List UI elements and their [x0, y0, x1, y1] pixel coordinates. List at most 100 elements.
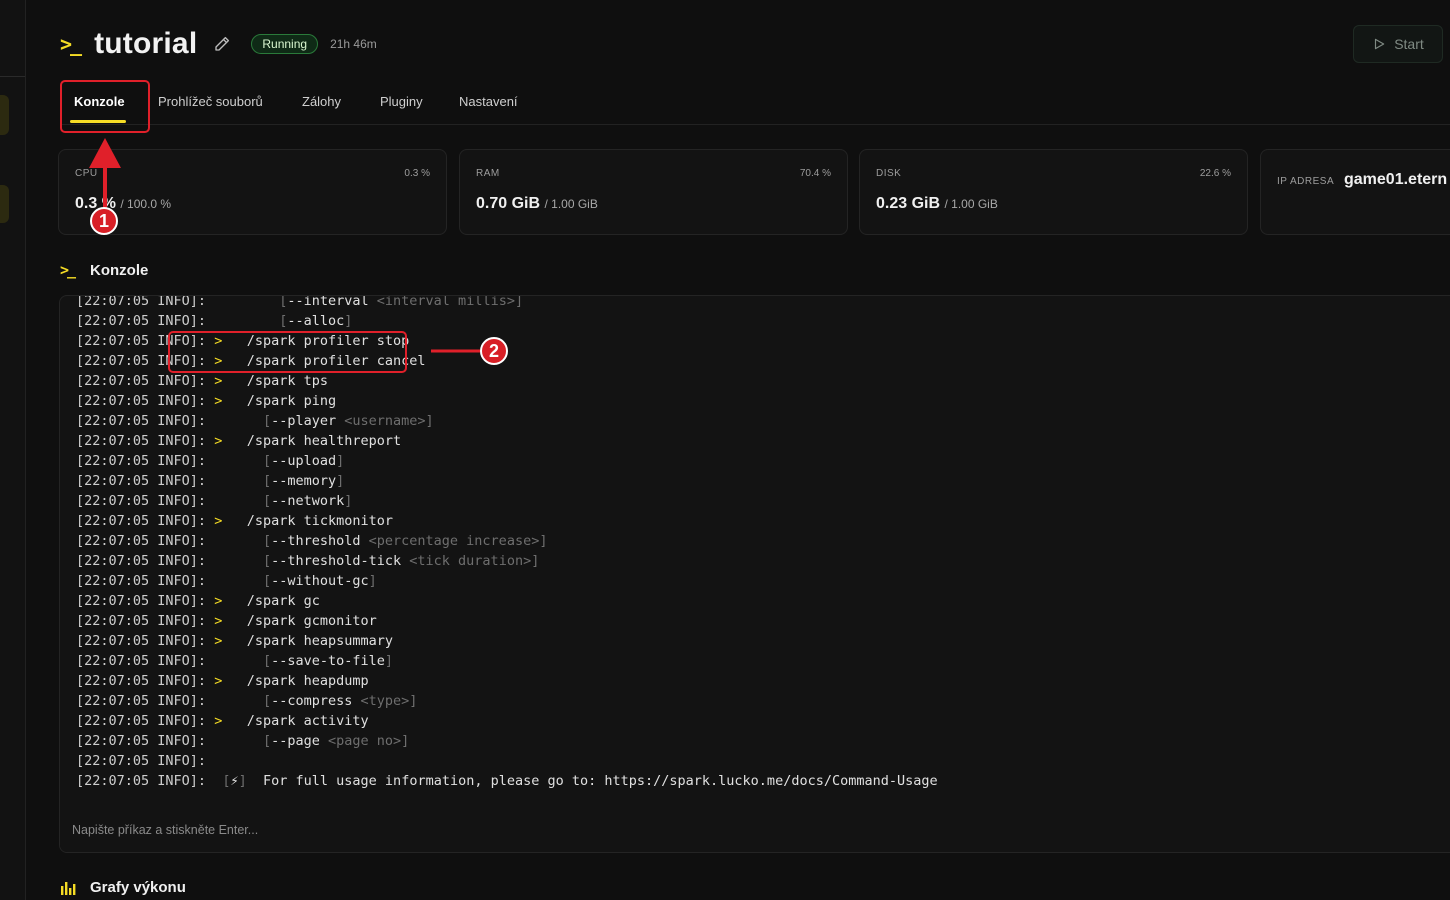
log-argument: --network: [271, 493, 345, 509]
disk-value-line: 0.23 GiB / 1.00 GiB: [876, 195, 998, 213]
log-command: /spark heapdump: [246, 673, 369, 689]
start-button-label: Start: [1394, 36, 1424, 52]
log-command: /spark tps: [246, 373, 329, 389]
log-timestamp: [22:07:05 INFO]:: [76, 473, 207, 489]
log-timestamp: [22:07:05 INFO]:: [76, 295, 207, 309]
chart-bars-icon: [60, 880, 80, 896]
log-bracket-open: [: [262, 573, 272, 589]
log-indent: [214, 553, 255, 569]
server-title: tutorial: [94, 27, 198, 60]
log-placeholder: <username>: [336, 413, 426, 429]
log-timestamp: [22:07:05 INFO]:: [76, 733, 207, 749]
log-argument: --threshold-tick: [271, 553, 402, 569]
log-bracket-open: [: [262, 733, 272, 749]
console-line: [22:07:05 INFO]: [--interval <interval m…: [76, 295, 1450, 311]
ram-percent: 70.4 %: [799, 168, 831, 179]
sidebar-item[interactable]: [0, 185, 9, 223]
log-argument: --save-to-file: [271, 653, 385, 669]
console-line: [22:07:05 INFO]: [--page <page no>]: [76, 731, 1450, 751]
annotation-box-tab: [60, 80, 150, 133]
log-command: /spark activity: [246, 713, 369, 729]
ip-value[interactable]: game01.etern: [1344, 171, 1447, 189]
play-icon: [1375, 38, 1385, 50]
log-timestamp: [22:07:05 INFO]:: [76, 593, 207, 609]
log-argument: --page: [271, 733, 320, 749]
console-line: [22:07:05 INFO]: [--upload]: [76, 451, 1450, 471]
console-line: [22:07:05 INFO]: > /spark activity: [76, 711, 1450, 731]
console-line: [22:07:05 INFO]: [--alloc]: [76, 311, 1450, 331]
log-timestamp: [22:07:05 INFO]:: [76, 633, 207, 649]
log-argument: ⚡: [230, 773, 239, 789]
log-bracket-open: [: [262, 413, 272, 429]
log-argument: --threshold: [271, 533, 361, 549]
ip-card: IP ADRESA game01.etern: [1260, 149, 1450, 235]
log-timestamp: [22:07:05 INFO]:: [76, 753, 207, 769]
console-line: [22:07:05 INFO]: [--save-to-file]: [76, 651, 1450, 671]
log-bracket-open: [: [262, 493, 272, 509]
log-command: /spark healthreport: [246, 433, 402, 449]
ram-value: 0.70 GiB: [476, 195, 541, 212]
log-timestamp: [22:07:05 INFO]:: [76, 393, 207, 409]
console-line: [22:07:05 INFO]: > /spark healthreport: [76, 431, 1450, 451]
log-timestamp: [22:07:05 INFO]:: [76, 673, 207, 689]
ram-card: RAM 70.4 % 0.70 GiB / 1.00 GiB: [459, 149, 848, 235]
log-argument: --interval: [287, 295, 369, 309]
console-line: [22:07:05 INFO]: > /spark heapsummary: [76, 631, 1450, 651]
log-timestamp: [22:07:05 INFO]:: [76, 773, 207, 789]
log-indent: [214, 296, 271, 309]
log-bracket-close: ]: [384, 653, 394, 669]
console-title: Konzole: [90, 261, 149, 279]
log-command: /spark heapsummary: [246, 633, 394, 649]
log-indent: [214, 413, 255, 429]
disk-percent: 22.6 %: [1199, 168, 1231, 179]
edit-pencil-icon[interactable]: [213, 35, 231, 53]
console-command-input[interactable]: [60, 808, 1450, 852]
console-line: [22:07:05 INFO]: > /spark gcmonitor: [76, 611, 1450, 631]
log-timestamp: [22:07:05 INFO]:: [76, 513, 207, 529]
log-timestamp: [22:07:05 INFO]:: [76, 433, 207, 449]
log-bracket-close: ]: [238, 773, 247, 789]
log-argument: --upload: [271, 453, 337, 469]
log-bracket-open: [: [262, 553, 272, 569]
console-section-title: >_ Konzole: [60, 261, 148, 279]
uptime-text: 21h 46m: [330, 37, 377, 51]
log-timestamp: [22:07:05 INFO]:: [76, 413, 207, 429]
annotation-number-1: 1: [90, 207, 118, 235]
terminal-icon: >_: [60, 32, 82, 56]
log-bracket-open: [: [262, 653, 272, 669]
log-command: /spark tickmonitor: [246, 513, 394, 529]
log-indent: [214, 473, 255, 489]
console-line: [22:07:05 INFO]: [--without-gc]: [76, 571, 1450, 591]
log-timestamp: [22:07:05 INFO]:: [76, 713, 207, 729]
log-bracket-close: ]: [425, 413, 434, 429]
log-indent: [214, 573, 255, 589]
sidebar-divider: [0, 76, 25, 77]
tab-settings[interactable]: Nastavení: [459, 94, 518, 109]
log-placeholder: <type>: [352, 693, 410, 709]
tab-plugins[interactable]: Pluginy: [380, 94, 423, 109]
log-indent: [214, 733, 255, 749]
log-timestamp: [22:07:05 INFO]:: [76, 453, 207, 469]
cpu-value-line: 0.3 % / 100.0 %: [75, 195, 171, 213]
start-button[interactable]: Start: [1353, 25, 1443, 63]
log-argument: --alloc: [287, 313, 345, 329]
log-indent: [214, 453, 255, 469]
log-timestamp: [22:07:05 INFO]:: [76, 493, 207, 509]
log-bracket-open: [: [262, 453, 272, 469]
log-command: /spark gc: [246, 593, 320, 609]
log-placeholder: <tick duration>: [401, 553, 532, 569]
log-command: /spark gcmonitor: [246, 613, 377, 629]
server-header: >_ tutorial Running 21h 46m: [60, 24, 377, 64]
log-argument: --compress: [271, 693, 353, 709]
log-indent: [214, 313, 271, 329]
tab-file-browser[interactable]: Prohlížeč souborů: [158, 94, 263, 109]
sidebar-item[interactable]: [0, 95, 9, 135]
console-line: [22:07:05 INFO]: > /spark heapdump: [76, 671, 1450, 691]
log-timestamp: [22:07:05 INFO]:: [76, 313, 207, 329]
tab-backups[interactable]: Zálohy: [302, 94, 341, 109]
disk-card: DISK 22.6 % 0.23 GiB / 1.00 GiB: [859, 149, 1248, 235]
console-line: [22:07:05 INFO]: [⚡] For full usage info…: [76, 771, 1450, 791]
disk-total: / 1.00 GiB: [944, 197, 998, 211]
ram-total: / 1.00 GiB: [544, 197, 598, 211]
disk-value: 0.23 GiB: [876, 195, 941, 212]
